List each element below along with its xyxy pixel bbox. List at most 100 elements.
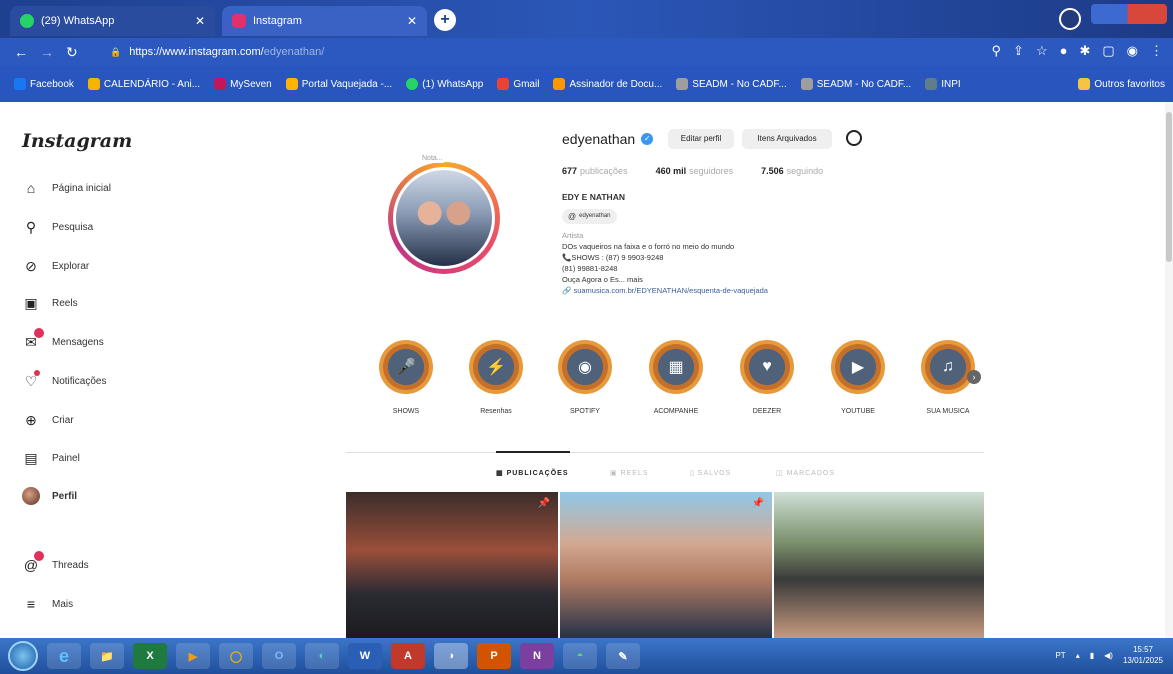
back-icon[interactable]: ← [14, 44, 28, 60]
highlight-deezer[interactable]: ♥ DEEZER [732, 340, 802, 415]
bookmark-myseven[interactable]: MySeven [214, 78, 272, 90]
bookmark-assinador[interactable]: Assinador de Docu... [553, 78, 662, 90]
tab-whatsapp[interactable]: (29) WhatsApp ✕ [10, 6, 215, 36]
tab-saved[interactable]: ▯ SALVOS [690, 469, 731, 477]
puzzle-icon[interactable]: ✱ [1079, 43, 1090, 59]
note-bubble[interactable]: Nota... [418, 154, 447, 163]
archive-button[interactable]: Itens Arquivados [742, 129, 832, 149]
bookmark-portal-vaquejada[interactable]: Portal Vaquejada -... [285, 78, 392, 90]
language-indicator[interactable]: PT [1055, 651, 1065, 660]
profile-picture[interactable] [393, 167, 495, 269]
profile-icon[interactable] [1059, 8, 1081, 30]
threads-handle-chip[interactable]: @ edyenathan [562, 209, 617, 224]
verified-badge-icon: ✓ [641, 133, 654, 145]
bio-line[interactable]: Ouça Agora o Es... mais [562, 274, 768, 285]
sidebar-item-more[interactable]: ≡ Mais [22, 595, 73, 613]
tab-tagged[interactable]: ◫ MARCADOS [776, 469, 835, 477]
taskbar-media-icon[interactable]: ▶ [176, 643, 210, 669]
bio-line: DOs vaqueiros na faixa e o forró no meio… [562, 242, 735, 251]
share-icon[interactable]: ⇪ [1013, 43, 1024, 59]
forward-icon[interactable]: → [40, 44, 54, 60]
taskbar-edge-icon[interactable]: ◐ [305, 643, 339, 669]
taskbar-paint-icon[interactable]: ✎ [606, 643, 640, 669]
taskbar-onenote-icon[interactable]: N [520, 643, 554, 669]
taskbar-outlook-icon[interactable]: O [262, 643, 296, 669]
following-stat[interactable]: 7.506 seguindo [761, 166, 823, 176]
sidebar-item-search[interactable]: ⚲ Pesquisa [22, 218, 93, 236]
volume-icon[interactable]: ◀) [1104, 651, 1113, 660]
highlight-shows[interactable]: 🎤 SHOWS [371, 340, 441, 415]
sidebar-item-dashboard[interactable]: ▤ Painel [22, 449, 79, 467]
reload-icon[interactable]: ↻ [66, 44, 78, 61]
sidepanel-icon[interactable]: ▢ [1102, 43, 1114, 59]
settings-gear-icon[interactable] [846, 130, 862, 146]
avatar-icon[interactable]: ◉ [1127, 43, 1138, 59]
taskbar-word-icon[interactable]: W [348, 643, 382, 669]
sidebar-item-threads[interactable]: @ Threads [22, 551, 89, 574]
tag-icon: ◫ [776, 470, 787, 477]
highlight-youtube[interactable]: ▶ YOUTUBE [823, 340, 893, 415]
start-button[interactable] [8, 641, 38, 671]
post-thumbnail[interactable]: 📌 [346, 492, 558, 638]
taskbar-chrome-active-icon[interactable]: ◑ [434, 643, 468, 669]
tab-instagram[interactable]: Instagram ✕ [222, 6, 427, 36]
edit-profile-button[interactable]: Editar perfil [668, 129, 734, 149]
bookmark-seadm-2[interactable]: SEADM - No CADF... [800, 78, 911, 90]
music-note-icon: ♫ [925, 344, 971, 390]
tab-reels[interactable]: ▣ REELS [610, 469, 649, 477]
bookmark-other-folder[interactable]: Outros favoritos [1078, 78, 1165, 90]
taskbar-excel-icon[interactable]: X [133, 643, 167, 669]
close-tab-icon[interactable]: ✕ [195, 14, 205, 28]
url-input[interactable]: 🔒 https://www.instagram.com/ edyenathan/ [110, 42, 950, 62]
bookmark-facebook[interactable]: Facebook [14, 78, 74, 90]
highlight-spotify[interactable]: ◉ SPOTIFY [550, 340, 620, 415]
sidebar-item-explore[interactable]: ⊘ Explorar [22, 257, 89, 275]
page-scrollbar[interactable] [1165, 102, 1173, 638]
zoom-icon[interactable]: ⚲ [992, 43, 1002, 59]
taskbar-ie-icon[interactable]: e [47, 643, 81, 669]
threads-icon: @ [22, 551, 44, 574]
tray-arrow-icon[interactable]: ▴ [1076, 651, 1080, 660]
highlight-ring: ♥ [740, 340, 794, 394]
plus-square-icon: ⊕ [25, 411, 37, 428]
sidebar-item-reels[interactable]: ▣ Reels [22, 294, 77, 312]
bookmark-label: (1) WhatsApp [422, 78, 484, 90]
network-icon[interactable]: ▮ [1090, 651, 1094, 660]
scrollbar-thumb[interactable] [1166, 112, 1172, 262]
sidebar-item-create[interactable]: ⊕ Criar [22, 411, 74, 429]
profile-picture-ring[interactable] [388, 162, 500, 274]
close-tab-icon[interactable]: ✕ [407, 14, 417, 28]
bookmark-seadm-1[interactable]: SEADM - No CADF... [676, 78, 787, 90]
taskbar-acrobat-icon[interactable]: A [391, 643, 425, 669]
taskbar-powerpoint-icon[interactable]: P [477, 643, 511, 669]
sidebar-item-home[interactable]: ⌂ Página inicial [22, 179, 111, 197]
bookmark-gmail[interactable]: Gmail [497, 78, 539, 90]
post-thumbnail[interactable]: 📌 [560, 492, 772, 638]
new-tab-button[interactable]: + [434, 9, 456, 31]
highlight-resenhas[interactable]: ⚡ Resenhas [461, 340, 531, 415]
followers-stat[interactable]: 460 mil seguidores [656, 166, 734, 176]
taskbar-chrome2-icon[interactable]: ◓ [563, 643, 597, 669]
sidebar-item-profile[interactable]: Perfil [22, 487, 77, 505]
chevron-right-icon[interactable]: › [967, 370, 981, 384]
clock[interactable]: 15:57 13/01/2025 [1123, 644, 1163, 666]
bio-link[interactable]: 🔗 suamusica.com.br/EDYENATHAN/esquenta-d… [562, 285, 768, 296]
window-controls[interactable] [1091, 4, 1167, 24]
bookmark-whatsapp[interactable]: (1) WhatsApp [406, 78, 483, 90]
highlight-acompanhe[interactable]: ▦ ACOMPANHE [641, 340, 711, 415]
extension-icon[interactable]: ● [1060, 43, 1068, 59]
sidebar-item-messages[interactable]: ✉ Mensagens [22, 328, 104, 351]
followers-count: 460 mil [655, 166, 687, 176]
bookmark-inpi[interactable]: INPI [925, 78, 961, 90]
star-icon[interactable]: ☆ [1036, 43, 1048, 59]
taskbar-chrome-icon[interactable]: ◯ [219, 643, 253, 669]
sidebar-item-label: Explorar [52, 260, 90, 272]
tab-posts[interactable]: ▦ PUBLICAÇÕES [496, 469, 569, 477]
menu-icon[interactable]: ⋮ [1150, 43, 1163, 59]
instagram-logo[interactable]: Instagram [22, 130, 132, 152]
bookmark-calendario[interactable]: CALENDÁRIO - Ani... [87, 78, 200, 90]
taskbar-explorer-icon[interactable]: 📁 [90, 643, 124, 669]
sidebar-item-notifications[interactable]: ♡ Notificações [22, 370, 106, 390]
post-thumbnail[interactable] [774, 492, 984, 638]
threads-icon: @ [568, 212, 577, 221]
